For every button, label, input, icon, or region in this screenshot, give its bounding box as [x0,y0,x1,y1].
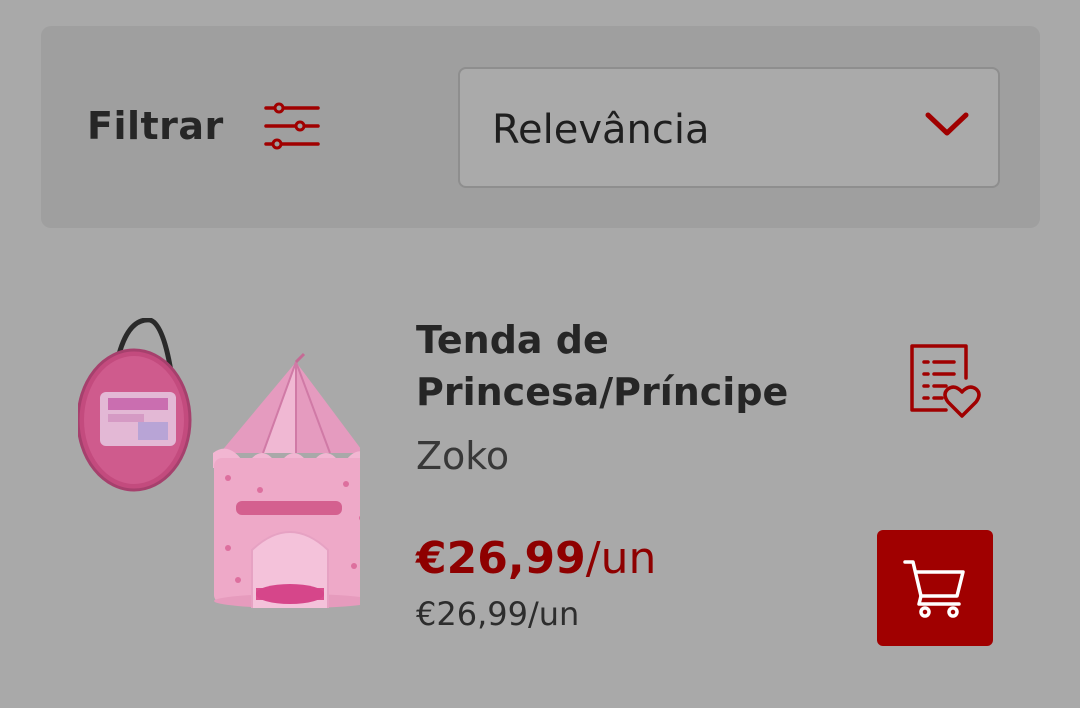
filter-sort-bar: Filtrar Relevância [41,26,1040,228]
sliders-icon [264,102,320,150]
tent-carry-bag [78,318,192,492]
product-price: €26,99/un [416,533,656,584]
product-title-line-1: Tenda de [416,318,609,362]
tent-body [213,352,360,608]
add-to-cart-button[interactable] [877,530,993,646]
price-unit: /un [585,533,657,584]
sort-dropdown[interactable]: Relevância [458,67,1000,188]
price-value: €26,99 [416,533,586,584]
product-title-line-2: Princesa/Príncipe [416,370,789,414]
shopping-cart-icon [903,560,965,618]
list-heart-icon [910,344,981,418]
unit-price: €26,99/un [416,595,580,633]
add-to-list-button[interactable] [902,340,982,420]
sort-selected-value: Relevância [492,107,710,153]
filter-label: Filtrar [87,104,224,148]
product-brand: Zoko [416,434,510,478]
princess-tent-image[interactable] [78,318,360,608]
chevron-down-icon [925,112,969,136]
filter-button[interactable]: Filtrar [87,96,320,156]
product-title[interactable]: Tenda de Princesa/Príncipe [416,314,836,418]
product-card: Tenda de Princesa/Príncipe Zoko €26,99/u… [60,300,1020,670]
